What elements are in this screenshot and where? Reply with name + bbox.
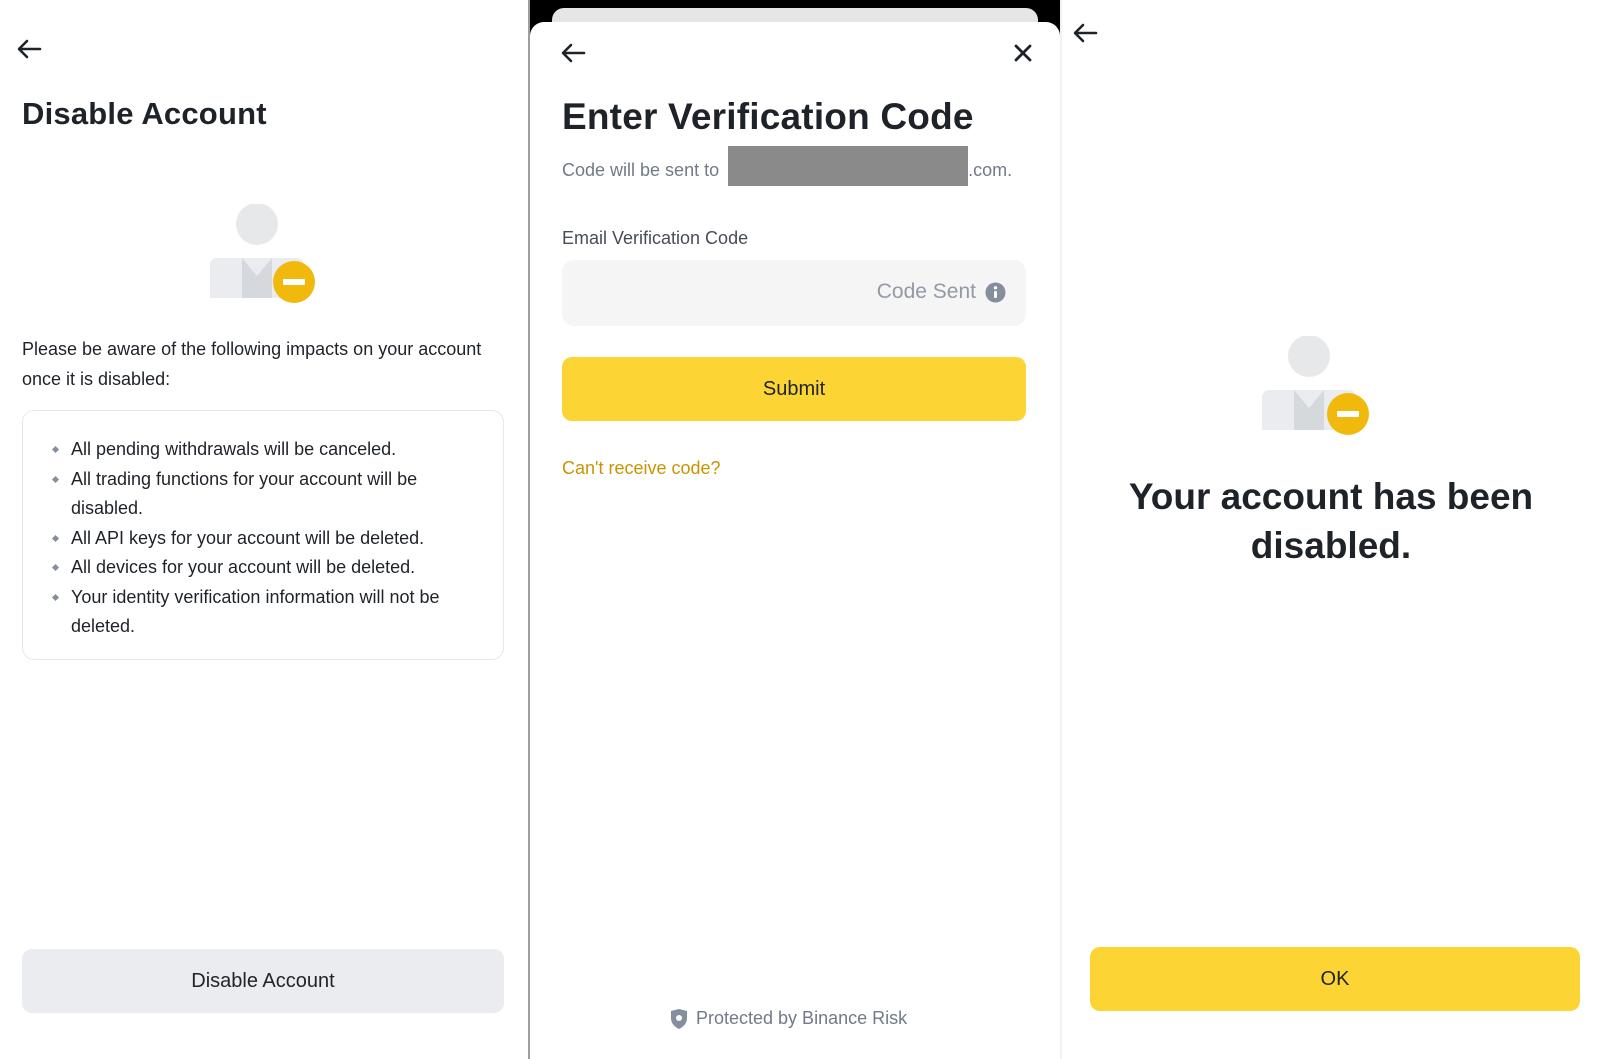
disable-account-button[interactable]: Disable Account <box>22 949 504 1013</box>
page-title: Disable Account <box>22 96 267 131</box>
submit-button[interactable]: Submit <box>562 357 1026 421</box>
impact-item: Your identity verification information w… <box>51 583 487 642</box>
protected-footer: Protected by Binance Risk <box>670 1008 907 1029</box>
ok-button[interactable]: OK <box>1090 947 1580 1011</box>
back-arrow-icon[interactable] <box>16 38 42 60</box>
info-icon[interactable] <box>985 282 1006 303</box>
disable-account-screen: Disable Account Please be aware of the f… <box>0 0 529 1059</box>
shield-icon <box>670 1008 688 1029</box>
user-disabled-icon <box>1262 335 1372 440</box>
back-arrow-icon[interactable] <box>560 42 586 64</box>
account-disabled-screen: Your account has been disabled. OK <box>1062 0 1600 1059</box>
impact-intro-text: Please be aware of the following impacts… <box>22 339 482 389</box>
email-code-label: Email Verification Code <box>562 228 749 248</box>
cant-receive-code-link[interactable]: Can't receive code? <box>562 458 721 479</box>
protected-label: Protected by Binance Risk <box>696 1008 908 1028</box>
verification-code-screen: Enter Verification Code Code will be sen… <box>530 0 1060 1059</box>
email-code-field[interactable]: Code Sent <box>562 260 1026 326</box>
impact-item: All API keys for your account will be de… <box>51 524 487 554</box>
close-icon[interactable] <box>1012 42 1034 64</box>
email-code-input[interactable] <box>562 260 862 326</box>
subtitle-prefix: Code will be sent to <box>562 159 720 180</box>
code-sent-status: Code Sent <box>876 280 976 303</box>
impact-item: All devices for your account will be del… <box>51 553 487 583</box>
user-disabled-icon <box>210 203 320 308</box>
impact-item: All trading functions for your account w… <box>51 465 487 524</box>
back-arrow-icon[interactable] <box>1072 22 1098 44</box>
subtitle-suffix: .com. <box>968 159 1013 180</box>
page-title: Enter Verification Code <box>562 96 974 137</box>
code-destination-text: Code will be sent to .com. <box>562 146 1013 186</box>
account-disabled-message: Your account has been disabled. <box>1128 476 1534 566</box>
impact-list: All pending withdrawals will be canceled… <box>51 435 487 642</box>
impact-item: All pending withdrawals will be canceled… <box>51 435 487 465</box>
impact-list-box: All pending withdrawals will be canceled… <box>22 410 504 660</box>
redacted-email <box>728 146 969 186</box>
verification-sheet: Enter Verification Code Code will be sen… <box>530 22 1060 1059</box>
